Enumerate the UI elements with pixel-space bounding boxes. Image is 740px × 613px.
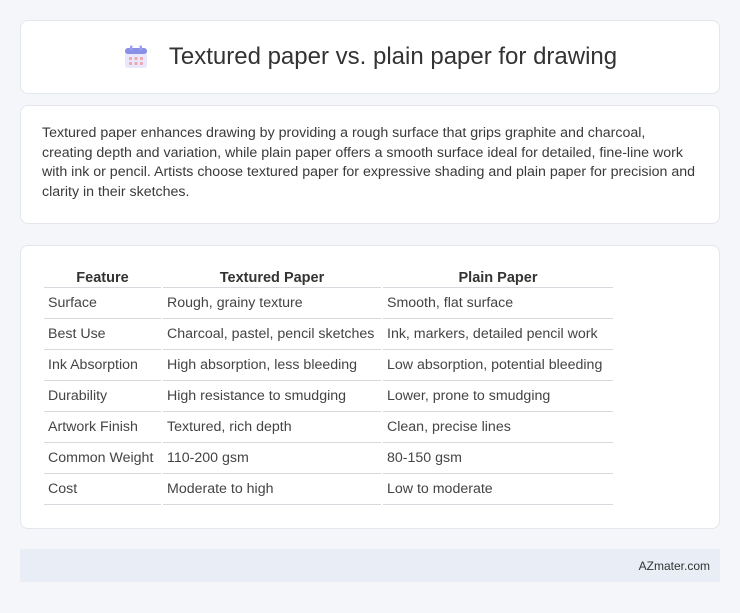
column-header-textured: Textured Paper [163,266,381,288]
table-cell: Textured, rich depth [163,412,381,443]
table-row: Common Weight 110-200 gsm 80-150 gsm [44,443,613,474]
table-cell: Cost [44,474,161,505]
table-cell: Ink Absorption [44,350,161,381]
intro-paragraph: Textured paper enhances drawing by provi… [42,125,695,200]
table-cell: Moderate to high [163,474,381,505]
table-cell: Smooth, flat surface [383,288,613,319]
table-row: Durability High resistance to smudging L… [44,381,613,412]
table-cell: Common Weight [44,443,161,474]
table-cell: Durability [44,381,161,412]
intro-card: Textured paper enhances drawing by provi… [20,105,720,224]
footer-brand[interactable]: AZmater.com [639,559,710,573]
table-row: Ink Absorption High absorption, less ble… [44,350,613,381]
table-cell: Surface [44,288,161,319]
table-row: Cost Moderate to high Low to moderate [44,474,613,505]
title-card: Textured paper vs. plain paper for drawi… [20,20,720,94]
table-row: Artwork Finish Textured, rich depth Clea… [44,412,613,443]
column-header-feature: Feature [44,266,161,288]
table-cell: Charcoal, pastel, pencil sketches [163,319,381,350]
table-cell: Lower, prone to smudging [383,381,613,412]
table-cell: Ink, markers, detailed pencil work [383,319,613,350]
table-cell: Best Use [44,319,161,350]
table-cell: 80-150 gsm [383,443,613,474]
table-cell: Low absorption, potential bleeding [383,350,613,381]
column-header-plain: Plain Paper [383,266,613,288]
table-row: Best Use Charcoal, pastel, pencil sketch… [44,319,613,350]
footer-bar: AZmater.com [20,549,720,582]
table-row: Surface Rough, grainy texture Smooth, fl… [44,288,613,319]
comparison-card: Feature Textured Paper Plain Paper Surfa… [20,245,720,529]
table-cell: Rough, grainy texture [163,288,381,319]
table-cell: Low to moderate [383,474,613,505]
comparison-table: Feature Textured Paper Plain Paper Surfa… [42,266,615,505]
page-title: Textured paper vs. plain paper for drawi… [168,43,618,70]
table-header-row: Feature Textured Paper Plain Paper [44,266,613,288]
table-cell: Clean, precise lines [383,412,613,443]
calendar-icon [123,44,149,70]
table-cell: High resistance to smudging [163,381,381,412]
table-cell: High absorption, less bleeding [163,350,381,381]
table-cell: 110-200 gsm [163,443,381,474]
table-cell: Artwork Finish [44,412,161,443]
